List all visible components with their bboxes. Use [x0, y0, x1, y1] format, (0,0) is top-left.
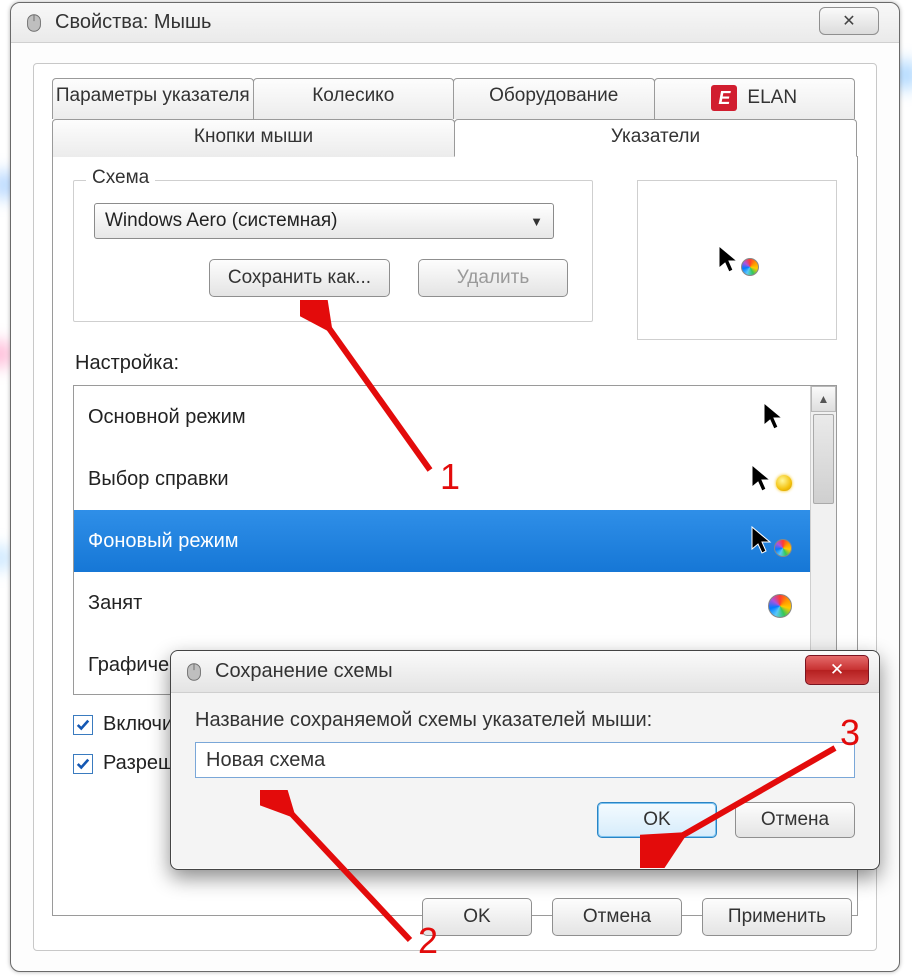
dialog-bottom-buttons: OK Отмена Применить [422, 898, 852, 936]
ok-button[interactable]: OK [422, 898, 532, 936]
list-item[interactable]: Основной режим [74, 386, 810, 448]
list-scrollbar[interactable]: ▲ ▼ [810, 386, 836, 694]
list-item-label: Выбор справки [88, 468, 229, 491]
scheme-name-input[interactable] [195, 742, 855, 778]
list-item-label: Фоновый режим [88, 530, 239, 553]
pointer-list-items: Основной режим Выбор справки Фоновый реж… [74, 386, 810, 694]
dialog-title: Сохранение схемы [215, 660, 393, 683]
titlebar[interactable]: Свойства: Мышь ✕ [11, 3, 899, 43]
window-title: Свойства: Мышь [55, 11, 211, 34]
save-scheme-dialog: Сохранение схемы ✕ Название сохраняемой … [170, 650, 880, 870]
cursor-help-icon [748, 463, 792, 495]
checkbox-icon [73, 754, 93, 774]
tab-buttons[interactable]: Кнопки мыши [52, 119, 455, 157]
scheme-group: Схема Windows Aero (системная) ▼ Сохрани… [73, 180, 593, 322]
elan-icon: E [711, 85, 737, 111]
scroll-up-button[interactable]: ▲ [811, 386, 836, 412]
checkbox-icon [73, 715, 93, 735]
settings-label: Настройка: [75, 352, 837, 375]
busy-wheel-icon [741, 258, 759, 276]
delete-scheme-button: Удалить [418, 259, 568, 297]
cursor-arrow-icon [760, 401, 792, 433]
tab-elan[interactable]: E ELAN [654, 78, 856, 119]
list-item-label: Занят [88, 592, 142, 615]
scheme-legend: Схема [86, 167, 155, 189]
tab-elan-label: ELAN [747, 87, 797, 109]
dialog-cancel-button[interactable]: Отмена [735, 802, 855, 838]
pointer-listbox[interactable]: Основной режим Выбор справки Фоновый реж… [73, 385, 837, 695]
window-close-button[interactable]: ✕ [819, 7, 879, 35]
dialog-close-button[interactable]: ✕ [805, 655, 869, 685]
list-item[interactable]: Фоновый режим [74, 510, 810, 572]
list-item[interactable]: Занят [74, 572, 810, 634]
cursor-wait-icon [768, 588, 792, 618]
chevron-down-icon: ▼ [530, 214, 543, 229]
annotation-number-1: 1 [440, 456, 460, 498]
tab-hardware[interactable]: Оборудование [453, 78, 655, 119]
tab-pointers[interactable]: Указатели [454, 119, 857, 157]
mouse-icon [23, 12, 45, 34]
annotation-number-3: 3 [840, 712, 860, 754]
dialog-titlebar[interactable]: Сохранение схемы ✕ [171, 651, 879, 693]
scheme-selected: Windows Aero (системная) [105, 210, 337, 232]
dialog-ok-button[interactable]: OK [597, 802, 717, 838]
tab-row-lower: Кнопки мыши Указатели [52, 119, 858, 157]
scroll-thumb[interactable] [813, 414, 834, 504]
tab-pointer-options[interactable]: Параметры указателя [52, 78, 254, 119]
scheme-combobox[interactable]: Windows Aero (системная) ▼ [94, 203, 554, 239]
tab-wheel[interactable]: Колесико [253, 78, 455, 119]
annotation-number-2: 2 [418, 920, 438, 962]
cursor-preview [637, 180, 837, 340]
apply-button[interactable]: Применить [702, 898, 852, 936]
save-as-button[interactable]: Сохранить как... [209, 259, 390, 297]
tab-row-upper: Параметры указателя Колесико Оборудовани… [52, 78, 858, 119]
cancel-button[interactable]: Отмена [552, 898, 682, 936]
cursor-busy-icon [748, 525, 792, 557]
mouse-icon [183, 661, 205, 683]
dialog-prompt: Название сохраняемой схемы указателей мы… [195, 709, 855, 732]
list-item-label: Основной режим [88, 406, 246, 429]
